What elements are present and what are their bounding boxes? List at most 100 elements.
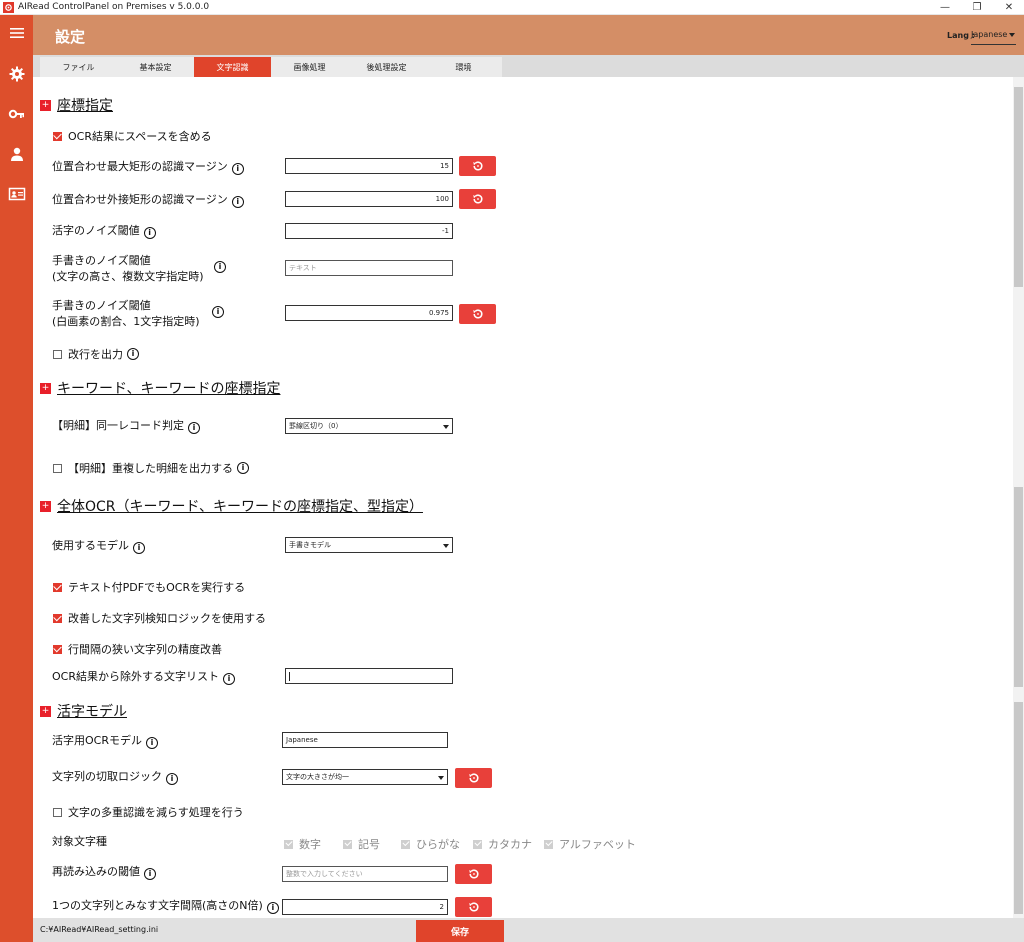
save-button[interactable]: 保存 (416, 920, 504, 942)
info-icon[interactable]: i (231, 163, 244, 175)
chevron-down-icon (443, 544, 449, 548)
info-icon[interactable]: i (231, 196, 244, 208)
scrollbar-thumb[interactable] (1014, 487, 1023, 687)
target-symbols-checkbox[interactable]: 記号 (343, 836, 380, 852)
improved-logic-checkbox[interactable]: 改善した文字列検知ロジックを使用する (53, 610, 266, 626)
info-icon[interactable]: i (145, 737, 158, 749)
menu-icon[interactable] (6, 23, 28, 43)
scrollbar-thumb[interactable] (1014, 702, 1023, 914)
target-digits-checkbox[interactable]: 数字 (284, 836, 321, 852)
close-window-button[interactable]: ✕ (994, 0, 1024, 15)
settings-content: + 座標指定 OCR結果にスペースを含める 位置合わせ最大矩形の認識マージン i … (33, 77, 1013, 918)
hand-noise-height-input[interactable]: テキスト (285, 260, 453, 276)
key-icon[interactable] (6, 104, 28, 124)
info-icon[interactable]: i (133, 542, 145, 554)
tab-post-processing[interactable]: 後処理設定 (348, 57, 425, 77)
checkbox-disabled-icon[interactable] (343, 839, 352, 849)
cut-logic-select[interactable]: 文字の大きさが均一 (282, 769, 448, 785)
target-alphabet-checkbox[interactable]: アルファベット (544, 836, 636, 852)
vertical-scrollbar[interactable] (1013, 77, 1024, 918)
reset-button[interactable] (459, 189, 496, 209)
scrollbar-thumb[interactable] (1014, 87, 1023, 287)
info-icon[interactable]: i (144, 868, 156, 880)
include-space-checkbox[interactable]: OCR結果にスペースを含める (53, 128, 212, 144)
tab-image-processing[interactable]: 画像処理 (271, 57, 348, 77)
checkbox-checked-icon[interactable] (53, 582, 62, 592)
info-icon[interactable]: i (237, 462, 249, 474)
reduce-multi-checkbox[interactable]: 文字の多重認識を減らす処理を行う (53, 804, 244, 820)
person-icon[interactable] (6, 144, 28, 164)
reset-icon (468, 902, 478, 912)
expand-icon[interactable]: + (40, 99, 51, 111)
expand-icon[interactable]: + (40, 382, 51, 394)
page-title: 設定 (55, 28, 86, 46)
checkbox-unchecked-icon[interactable] (53, 349, 62, 359)
section-full-ocr-header[interactable]: + 全体OCR（キーワード、キーワードの座標指定、型指定） (40, 496, 423, 516)
section-title: 活字モデル (57, 704, 127, 720)
checkbox-disabled-icon[interactable] (544, 839, 553, 849)
section-coord-header[interactable]: + 座標指定 (40, 95, 113, 115)
ocr-model-label: 活字用OCRモデル i (52, 733, 158, 749)
info-icon[interactable]: i (188, 422, 200, 434)
same-record-select[interactable]: 罫線区切り（0） (285, 418, 453, 434)
settings-file-path: C:¥AIRead¥AIRead_setting.ini (40, 925, 159, 934)
checkbox-checked-icon[interactable] (53, 613, 62, 623)
section-keyword-header[interactable]: + キーワード、キーワードの座標指定 (40, 378, 280, 398)
print-noise-input[interactable]: -1 (285, 223, 453, 239)
info-icon[interactable]: i (212, 306, 224, 318)
model-select[interactable]: 手書きモデル (285, 537, 453, 553)
reset-icon (472, 309, 482, 319)
text-cursor (289, 671, 290, 681)
tab-file[interactable]: ファイル (40, 57, 117, 77)
exclude-chars-label: OCR結果から除外する文字リスト i (52, 669, 235, 685)
minimize-button[interactable]: — (930, 0, 960, 15)
info-icon[interactable]: i (222, 673, 235, 685)
info-icon[interactable]: i (143, 227, 156, 239)
checkbox-unchecked-icon[interactable] (53, 463, 62, 473)
info-icon[interactable]: i (127, 348, 139, 360)
reset-icon (472, 161, 482, 171)
section-title: キーワード、キーワードの座標指定 (57, 381, 281, 397)
tab-environment[interactable]: 環境 (425, 57, 502, 77)
info-icon[interactable]: i (266, 902, 279, 914)
target-katakana-checkbox[interactable]: カタカナ (473, 836, 532, 852)
section-print-model-header[interactable]: + 活字モデル (40, 701, 127, 721)
reset-button[interactable] (455, 864, 492, 884)
checkbox-disabled-icon[interactable] (473, 839, 482, 849)
max-rect-margin-input[interactable]: 15 (285, 158, 453, 174)
checkbox-disabled-icon[interactable] (284, 839, 293, 849)
tab-character-recognition[interactable]: 文字認識 (194, 57, 271, 77)
outer-rect-margin-input[interactable]: 100 (285, 191, 453, 207)
exclude-chars-input[interactable] (285, 668, 453, 684)
gear-icon[interactable] (6, 64, 28, 84)
info-icon[interactable]: i (166, 773, 178, 785)
dup-detail-checkbox[interactable]: 【明細】重複した明細を出力する i (53, 460, 249, 476)
lang-select[interactable]: Japanese (971, 27, 1016, 45)
reset-icon (472, 194, 482, 204)
info-icon[interactable]: i (214, 261, 226, 273)
checkbox-disabled-icon[interactable] (401, 839, 410, 849)
target-types-label: 対象文字種 (52, 835, 107, 848)
hand-noise-ratio-input[interactable]: 0.975 (285, 305, 453, 321)
checkbox-checked-icon[interactable] (53, 644, 62, 654)
pdf-ocr-checkbox[interactable]: テキスト付PDFでもOCRを実行する (53, 579, 245, 595)
tab-basic-settings[interactable]: 基本設定 (117, 57, 194, 77)
checkbox-checked-icon[interactable] (53, 131, 62, 141)
chevron-down-icon (438, 776, 444, 780)
reset-button[interactable] (459, 156, 496, 176)
reset-button[interactable] (455, 768, 492, 788)
output-newline-checkbox[interactable]: 改行を出力 i (53, 346, 139, 362)
char-gap-input[interactable]: 2 (282, 899, 448, 915)
narrow-lines-checkbox[interactable]: 行間隔の狭い文字列の精度改善 (53, 641, 222, 657)
reread-threshold-input[interactable]: 整数で入力してください (282, 866, 448, 882)
expand-icon[interactable]: + (40, 705, 51, 717)
restore-button[interactable]: ❐ (962, 0, 992, 15)
target-hiragana-checkbox[interactable]: ひらがな (401, 836, 460, 852)
hand-noise-ratio-label: 手書きのノイズ閾値 (白画素の割合、1文字指定時) i (52, 298, 224, 330)
checkbox-unchecked-icon[interactable] (53, 807, 62, 817)
ocr-model-input[interactable]: Japanese (282, 732, 448, 748)
id-card-icon[interactable] (6, 184, 28, 204)
reset-button[interactable] (459, 304, 496, 324)
expand-icon[interactable]: + (40, 500, 51, 512)
reset-button[interactable] (455, 897, 492, 917)
